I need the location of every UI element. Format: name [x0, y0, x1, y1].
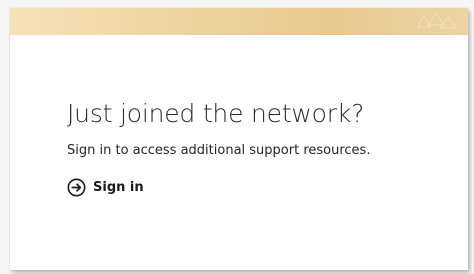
page-title: Just joined the network?	[67, 99, 365, 128]
welcome-card: Just joined the network? Sign in to acce…	[10, 8, 468, 270]
sign-in-label[interactable]: Sign in	[93, 180, 144, 195]
sign-in-link[interactable]: Sign in	[67, 178, 457, 197]
welcome-content: Just joined the network? Sign in to acce…	[67, 99, 457, 197]
screenshot-frame: Just joined the network? Sign in to acce…	[0, 0, 474, 274]
arrow-circle-right-icon[interactable]	[67, 178, 86, 197]
page-subtitle: Sign in to access additional support res…	[67, 143, 371, 158]
banner-decoration	[417, 12, 457, 29]
header-banner	[10, 8, 468, 35]
